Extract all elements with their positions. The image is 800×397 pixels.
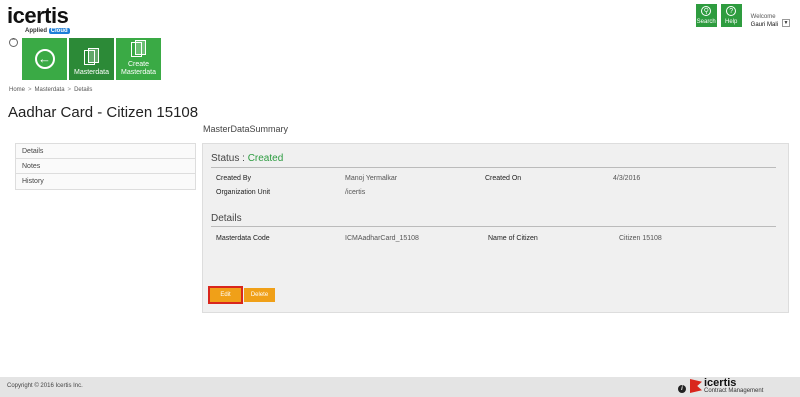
org-unit-label: Organization Unit xyxy=(216,189,271,196)
help-label: Help xyxy=(724,19,738,25)
footer-logo-tagline: Contract Management xyxy=(704,388,764,394)
breadcrumb-separator-icon: > xyxy=(67,87,72,93)
create-masterdata-tile-button[interactable]: Create Masterdata xyxy=(116,38,161,80)
masterdata-code-value: ICMAadharCard_15108 xyxy=(345,235,419,242)
collapse-toggle-icon[interactable]: ⌃ xyxy=(9,38,18,47)
created-on-value: 4/3/2016 xyxy=(613,175,641,182)
sidebar-item-history[interactable]: History xyxy=(16,174,195,189)
sidebar-item-details[interactable]: Details xyxy=(16,144,195,159)
chevron-down-icon: ▼ xyxy=(783,20,789,26)
footer: Copyright © 2016 Icertis Inc. i icertis … xyxy=(0,377,800,397)
new-document-icon xyxy=(130,40,147,58)
details-divider xyxy=(211,226,776,227)
user-name[interactable]: Gauri Mali xyxy=(751,21,778,29)
masterdata-tile-label: Masterdata xyxy=(73,69,110,76)
citizen-name-label: Name of Citizen xyxy=(488,235,538,242)
documents-icon xyxy=(83,48,100,66)
status-heading: Status : Created xyxy=(211,153,283,164)
arrow-left-icon: ← xyxy=(34,49,55,69)
status-label: Status : xyxy=(211,153,248,164)
search-icon: ⚲ xyxy=(701,6,712,16)
logo-tagline-prefix: Applied xyxy=(25,28,47,34)
masterdata-tile-button[interactable]: Masterdata xyxy=(69,38,114,80)
breadcrumb-home[interactable]: Home xyxy=(9,87,25,93)
sidebar-item-notes[interactable]: Notes xyxy=(16,159,195,174)
breadcrumb-masterdata[interactable]: Masterdata xyxy=(35,87,65,93)
created-on-label: Created On xyxy=(485,175,522,182)
status-value: Created xyxy=(247,153,284,164)
logo-wordmark: icertis xyxy=(7,3,69,28)
create-tile-label-line1: Create xyxy=(127,61,149,68)
breadcrumb: Home > Masterdata > Details xyxy=(9,87,92,93)
org-unit-value: /icertis xyxy=(345,189,366,196)
logo-cloud-badge: Cloud xyxy=(48,28,70,34)
back-tile-button[interactable]: ← xyxy=(22,38,67,80)
created-by-value: Manoj Yermalkar xyxy=(345,175,398,182)
page-title: Aadhar Card - Citizen 15108 xyxy=(8,104,199,121)
brand-mark-icon xyxy=(690,379,702,393)
citizen-name-value: Citizen 15108 xyxy=(619,235,662,242)
search-button[interactable]: ⚲ Search xyxy=(695,4,717,27)
search-label: Search xyxy=(696,19,716,25)
copyright-text: Copyright © 2016 Icertis Inc. xyxy=(7,383,83,389)
create-tile-label-line2: Masterdata xyxy=(120,69,157,76)
sidebar-nav: Details Notes History xyxy=(15,143,196,190)
header-toolbar: ⚲ Search ? Help Welcome Gauri Mali ▼ xyxy=(695,4,790,29)
summary-panel: Status : Created Created By Manoj Yermal… xyxy=(202,143,789,313)
help-icon: ? xyxy=(726,6,737,16)
details-heading: Details xyxy=(211,213,242,224)
breadcrumb-separator-icon: > xyxy=(28,87,32,93)
edit-button[interactable]: Edit xyxy=(208,286,243,304)
status-divider xyxy=(211,167,776,168)
user-menu-dropdown[interactable]: ▼ xyxy=(782,19,790,27)
masterdata-code-label: Masterdata Code xyxy=(216,235,270,242)
action-tiles: ← Masterdata Create Masterdata xyxy=(22,38,161,80)
app-logo[interactable]: icertis Applied Cloud xyxy=(7,5,70,34)
logo-tagline: Applied Cloud xyxy=(25,28,70,34)
help-button[interactable]: ? Help xyxy=(720,4,742,27)
welcome-label: Welcome xyxy=(750,14,776,20)
created-by-label: Created By xyxy=(216,175,252,182)
summary-heading: MasterDataSummary xyxy=(203,124,289,134)
delete-button[interactable]: Delete xyxy=(244,288,275,302)
user-info: Welcome Gauri Mali xyxy=(751,13,778,29)
info-icon[interactable]: i xyxy=(678,385,686,393)
breadcrumb-details: Details xyxy=(74,87,93,93)
